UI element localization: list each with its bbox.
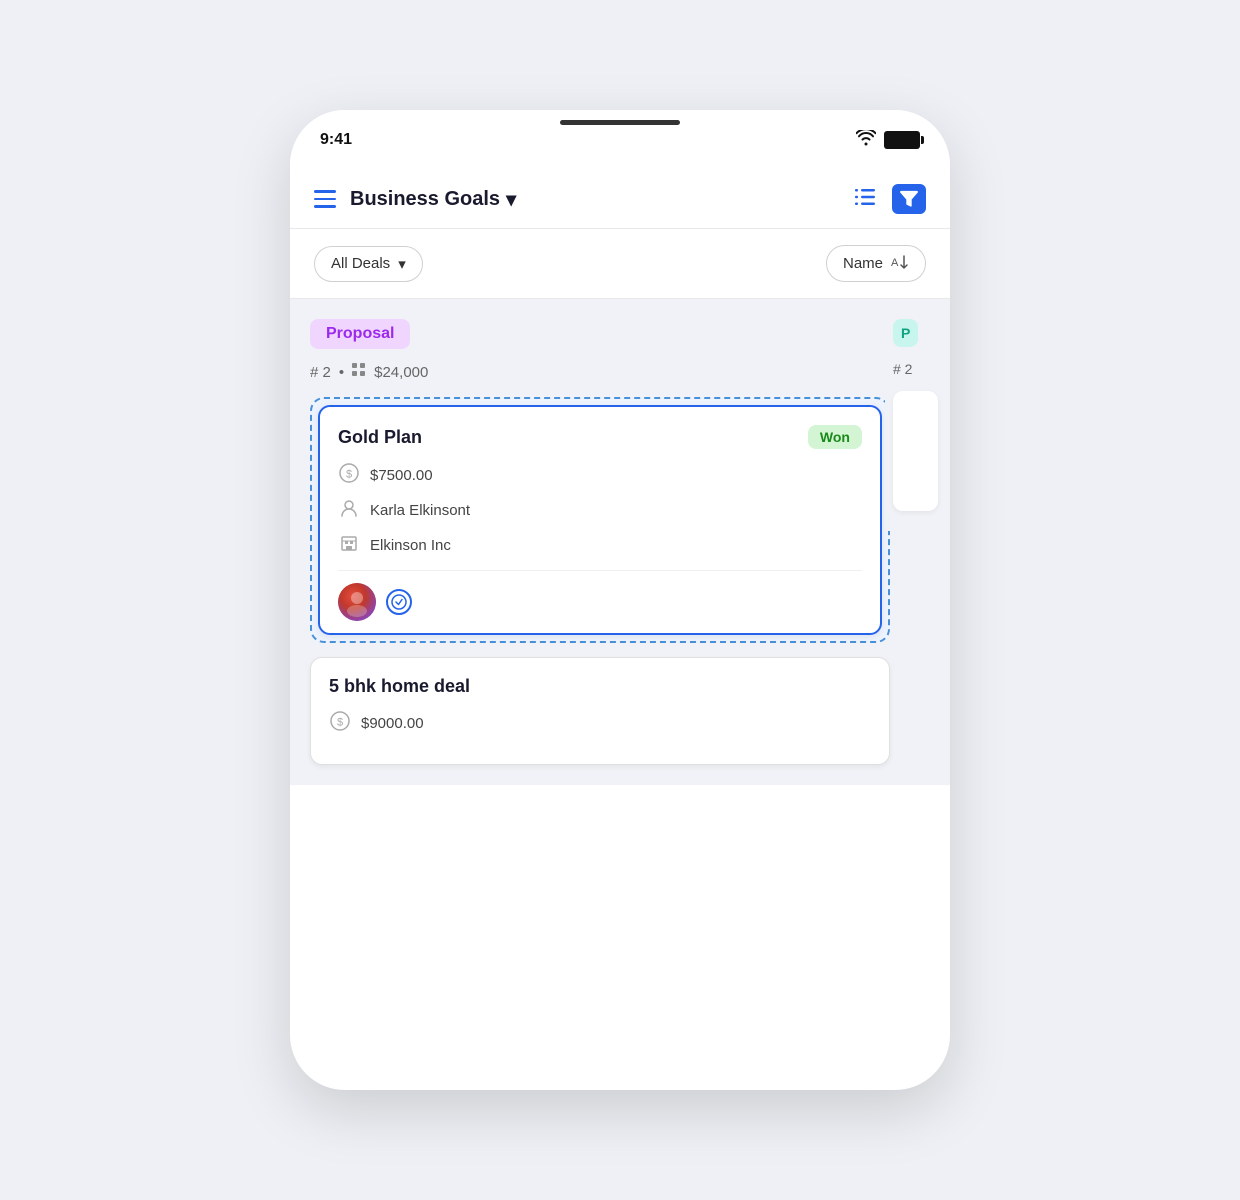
- page-title[interactable]: Business Goals ▾: [350, 187, 516, 212]
- status-time: 9:41: [320, 131, 352, 149]
- drop-zone: Gold Plan Won $ $7500.00: [310, 397, 890, 643]
- deals-chevron-icon: ▾: [398, 255, 406, 273]
- phone-frame: 9:41 Business Goals: [290, 110, 950, 1090]
- building-icon: [338, 533, 360, 558]
- notch: [560, 120, 680, 125]
- grid-dots-icon: [352, 363, 366, 381]
- wifi-icon: [856, 130, 876, 150]
- partial-card-stub: [893, 391, 938, 511]
- card-amount-2: $9000.00: [361, 715, 424, 732]
- card-header: Gold Plan Won: [338, 425, 862, 449]
- bullet: •: [339, 364, 344, 381]
- column-count: # 2: [310, 364, 331, 381]
- list-view-icon[interactable]: [854, 188, 876, 211]
- won-badge: Won: [808, 425, 862, 449]
- deals-filter-label: All Deals: [331, 255, 390, 272]
- svg-text:A: A: [891, 257, 899, 269]
- card-title-2: 5 bhk home deal: [329, 676, 470, 697]
- sort-pill[interactable]: Name A: [826, 245, 926, 282]
- card-company: Elkinson Inc: [370, 537, 451, 554]
- dollar-icon-2: $: [329, 711, 351, 736]
- card-footer: [338, 571, 862, 633]
- card-amount-row-2: $ $9000.00: [329, 711, 871, 736]
- card-header-2: 5 bhk home deal: [329, 676, 871, 697]
- filter-button[interactable]: [892, 184, 926, 214]
- card-title: Gold Plan: [338, 427, 422, 448]
- kanban-column-proposal: Proposal # 2 • $24,000: [290, 299, 910, 785]
- sort-label: Name: [843, 255, 883, 272]
- stage-badge-partial: P: [893, 319, 918, 347]
- status-bar: 9:41: [290, 110, 950, 170]
- person-icon: [338, 498, 360, 523]
- card-amount: $7500.00: [370, 467, 433, 484]
- header-right: [854, 184, 926, 214]
- card-amount-row: $ $7500.00: [338, 463, 862, 488]
- svg-text:$: $: [337, 717, 343, 729]
- card-contact-row: Karla Elkinsont: [338, 498, 862, 523]
- title-chevron-icon: ▾: [506, 187, 516, 212]
- deal-card-gold-plan[interactable]: Gold Plan Won $ $7500.00: [318, 405, 882, 635]
- filter-bar: All Deals ▾ Name A: [290, 229, 950, 299]
- card-contact: Karla Elkinsont: [370, 502, 470, 519]
- column-total: $24,000: [374, 364, 428, 381]
- svg-text:$: $: [346, 469, 352, 481]
- battery-icon: [884, 131, 920, 149]
- status-icons: [856, 130, 920, 150]
- avatar: [338, 583, 376, 621]
- card-company-row: Elkinson Inc: [338, 533, 862, 558]
- dollar-icon: $: [338, 463, 360, 488]
- deals-filter-pill[interactable]: All Deals ▾: [314, 246, 423, 282]
- menu-button[interactable]: [314, 190, 336, 208]
- kanban-board: Proposal # 2 • $24,000: [290, 299, 950, 785]
- deal-card-5bhk[interactable]: 5 bhk home deal $ $9000.00: [310, 657, 890, 765]
- check-icon[interactable]: [386, 589, 412, 615]
- app-header: Business Goals ▾: [290, 170, 950, 229]
- stage-badge-proposal: Proposal: [310, 319, 410, 349]
- sort-icon: A: [891, 254, 909, 273]
- header-left: Business Goals ▾: [314, 187, 516, 212]
- page-title-text: Business Goals: [350, 188, 500, 211]
- column-meta: # 2 • $24,000: [310, 363, 890, 381]
- partial-column-meta: # 2: [893, 361, 942, 377]
- kanban-column-partial: P # 2: [885, 299, 950, 531]
